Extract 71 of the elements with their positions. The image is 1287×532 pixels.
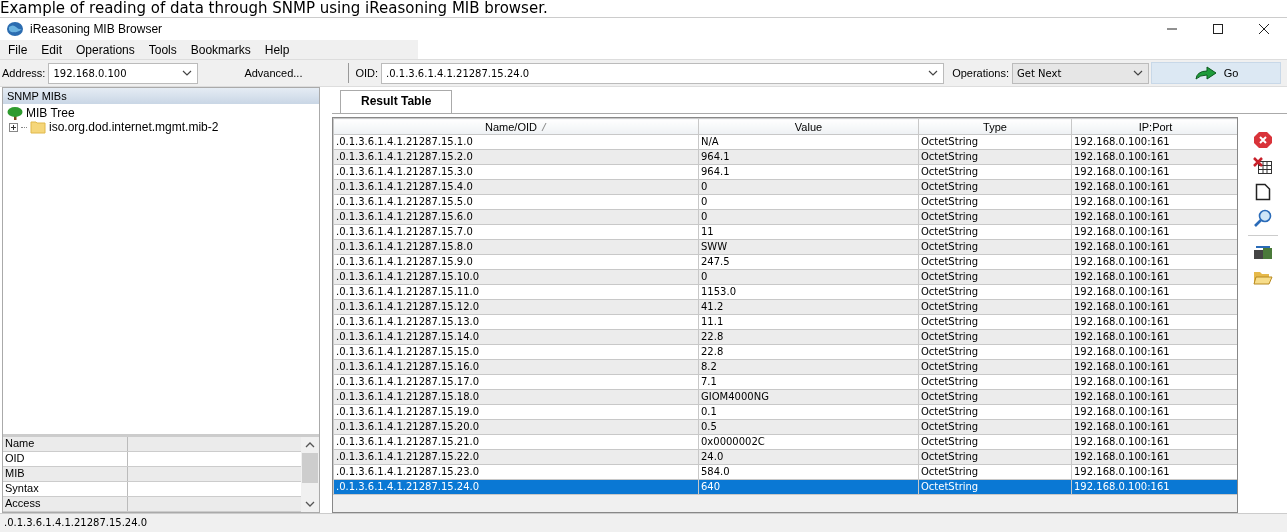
operations-label: Operations: [951, 67, 1010, 79]
table-row[interactable]: .0.1.3.6.1.4.1.21287.15.16.0 8.2 OctetString 192.168.0.100:161 [333, 359, 1237, 375]
caption-text: Example of reading of data through SNMP using iReasoning MIB browser. [0, 0, 1287, 18]
table-row[interactable]: .0.1.3.6.1.4.1.21287.15.20.0 0.5 OctetString 192.168.0.100:161 [333, 419, 1237, 435]
search-icon[interactable] [1252, 209, 1273, 227]
scroll-up-icon[interactable] [305, 441, 315, 449]
tab[interactable]: Result Table [340, 90, 453, 113]
table-row[interactable]: .0.1.3.6.1.4.1.21287.15.1.0 N/A OctetString 192.168.0.100:161 [333, 134, 1237, 150]
menu-item[interactable]: Bookmarks [190, 42, 251, 57]
advanced-button[interactable]: Advanced... [198, 67, 349, 79]
oid-combo[interactable]: .0.1.3.6.1.4.1.21287.15.24.0 [381, 62, 945, 84]
chevron-down-icon [181, 68, 194, 78]
arrow-icon [1193, 66, 1218, 80]
table-row[interactable]: .0.1.3.6.1.4.1.21287.15.24.0 640 OctetString 192.168.0.100:161 [333, 479, 1237, 495]
table-row[interactable]: .0.1.3.6.1.4.1.21287.15.15.0 22.8 OctetString 192.168.0.100:161 [333, 344, 1237, 360]
table-row[interactable]: .0.1.3.6.1.4.1.21287.15.17.0 7.1 OctetString 192.168.0.100:161 [333, 374, 1237, 390]
table-row[interactable]: .0.1.3.6.1.4.1.21287.15.6.0 0 OctetString 192.168.0.100:161 [333, 209, 1237, 225]
property-name: Name [3, 437, 128, 451]
status-bar: .0.1.3.6.1.4.1.21287.15.24.0 [0, 513, 1287, 532]
delete-table-icon[interactable] [1252, 157, 1273, 175]
table-row[interactable]: .0.1.3.6.1.4.1.21287.15.3.0 964.1 OctetString 192.168.0.100:161 [333, 164, 1237, 180]
property-name: Syntax [3, 482, 128, 496]
expand-icon[interactable] [9, 122, 18, 132]
address-combo[interactable]: 192.168.0.100 [48, 62, 199, 84]
table-row[interactable]: .0.1.3.6.1.4.1.21287.15.13.0 11.1 OctetString 192.168.0.100:161 [333, 314, 1237, 330]
table-row[interactable]: .0.1.3.6.1.4.1.21287.15.23.0 584.0 OctetString 192.168.0.100:161 [333, 464, 1237, 480]
tree-item[interactable]: iso.org.dod.internet.mgmt.mib-2 [49, 120, 219, 134]
globe-icon [6, 21, 24, 37]
column-header[interactable]: Name/OID [485, 120, 537, 135]
table-row[interactable]: .0.1.3.6.1.4.1.21287.15.10.0 0 OctetString 192.168.0.100:161 [333, 269, 1237, 285]
panel-header: SNMP MIBs [3, 88, 319, 104]
menu-item[interactable]: Edit [41, 42, 63, 57]
property-name: OID [3, 452, 128, 466]
table-row[interactable]: .0.1.3.6.1.4.1.21287.15.19.0 0.1 OctetString 192.168.0.100:161 [333, 404, 1237, 420]
table-row[interactable]: .0.1.3.6.1.4.1.21287.15.8.0 SWW OctetString 192.168.0.100:161 [333, 239, 1237, 255]
folder-icon [30, 120, 46, 134]
scrollbar[interactable] [301, 437, 319, 512]
scroll-thumb[interactable] [302, 453, 318, 483]
menu-item[interactable]: Tools [148, 42, 177, 57]
menu-item[interactable]: Help [264, 42, 290, 57]
tree-item[interactable]: MIB Tree [26, 106, 75, 120]
menu-item[interactable]: Operations [76, 42, 135, 57]
table-row[interactable]: .0.1.3.6.1.4.1.21287.15.9.0 247.5 OctetString 192.168.0.100:161 [333, 254, 1237, 270]
column-header[interactable]: Value [794, 120, 823, 135]
address-label: Address: [1, 67, 47, 79]
go-button[interactable]: Go [1151, 62, 1281, 84]
chevron-down-icon [927, 68, 940, 78]
open-folder-icon[interactable] [1252, 270, 1273, 286]
table-row[interactable]: .0.1.3.6.1.4.1.21287.15.12.0 41.2 OctetString 192.168.0.100:161 [333, 299, 1237, 315]
table-row[interactable]: .0.1.3.6.1.4.1.21287.15.5.0 0 OctetString 192.168.0.100:161 [333, 194, 1237, 210]
column-header[interactable]: Type [983, 120, 1007, 135]
tree-icon [7, 106, 23, 120]
property-name: Access [3, 497, 128, 511]
table-row[interactable]: .0.1.3.6.1.4.1.21287.15.11.0 1153.0 OctetString 192.168.0.100:161 [333, 284, 1237, 300]
table-row[interactable]: .0.1.3.6.1.4.1.21287.15.18.0 GIOM4000NG OctetString 192.168.0.100:161 [333, 389, 1237, 405]
oid-label: OID: [354, 67, 380, 79]
table-row[interactable]: .0.1.3.6.1.4.1.21287.15.14.0 22.8 OctetString 192.168.0.100:161 [333, 329, 1237, 345]
table-row[interactable]: .0.1.3.6.1.4.1.21287.15.2.0 964.1 OctetString 192.168.0.100:161 [333, 149, 1237, 165]
chevron-down-icon [1132, 68, 1144, 78]
stop-icon[interactable] [1252, 131, 1273, 149]
table-row[interactable]: .0.1.3.6.1.4.1.21287.15.21.0 0x0000002C OctetString 192.168.0.100:161 [333, 434, 1237, 450]
scroll-down-icon[interactable] [305, 500, 315, 508]
menu-item[interactable]: File [8, 42, 28, 57]
document-icon[interactable] [1254, 183, 1271, 201]
table-row[interactable]: .0.1.3.6.1.4.1.21287.15.22.0 24.0 OctetString 192.168.0.100:161 [333, 449, 1237, 465]
property-name: MIB [3, 467, 128, 481]
window-title: iReasoning MIB Browser [30, 22, 163, 36]
table-row[interactable]: .0.1.3.6.1.4.1.21287.15.4.0 0 OctetString 192.168.0.100:161 [333, 179, 1237, 195]
table-row[interactable]: .0.1.3.6.1.4.1.21287.15.7.0 11 OctetString 192.168.0.100:161 [333, 224, 1237, 240]
column-header[interactable]: IP:Port [1138, 120, 1173, 135]
operations-combo[interactable]: Get Next [1012, 62, 1149, 84]
